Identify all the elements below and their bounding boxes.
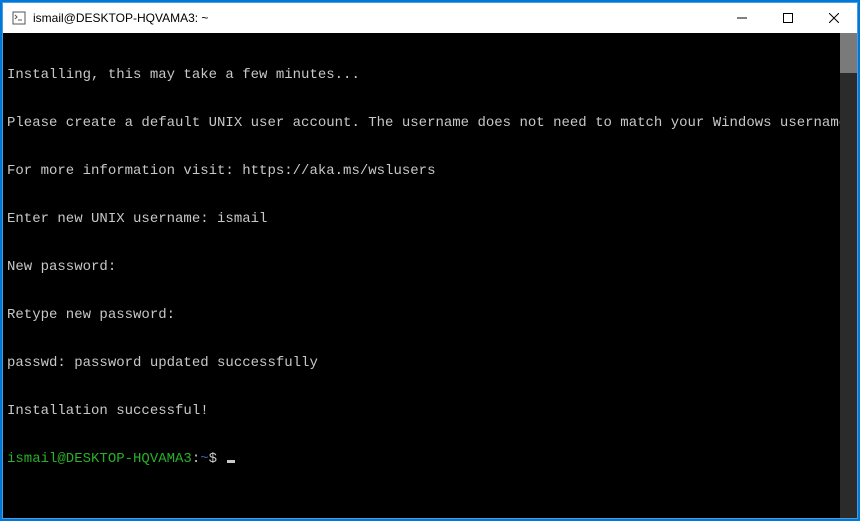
- terminal-output[interactable]: Installing, this may take a few minutes.…: [3, 33, 840, 518]
- output-line: For more information visit: https://aka.…: [7, 163, 836, 179]
- prompt-symbol: $: [209, 451, 217, 467]
- titlebar[interactable]: ismail@DESKTOP-HQVAMA3: ~: [3, 3, 857, 33]
- output-line: Please create a default UNIX user accoun…: [7, 115, 836, 131]
- prompt-path: ~: [200, 451, 208, 467]
- scrollbar-thumb[interactable]: [840, 33, 857, 73]
- close-button[interactable]: [811, 3, 857, 33]
- prompt-userhost: ismail@DESKTOP-HQVAMA3: [7, 451, 192, 467]
- terminal-area: Installing, this may take a few minutes.…: [3, 33, 857, 518]
- output-line: passwd: password updated successfully: [7, 355, 836, 371]
- window-controls: [719, 3, 857, 33]
- output-line: New password:: [7, 259, 836, 275]
- minimize-button[interactable]: [719, 3, 765, 33]
- cursor-icon: [227, 460, 235, 463]
- output-line: Enter new UNIX username: ismail: [7, 211, 836, 227]
- prompt-line: ismail@DESKTOP-HQVAMA3:~$: [7, 451, 836, 467]
- output-line: Retype new password:: [7, 307, 836, 323]
- prompt-colon: :: [192, 451, 200, 467]
- terminal-window: ismail@DESKTOP-HQVAMA3: ~ Installing, th…: [2, 2, 858, 519]
- output-line: Installing, this may take a few minutes.…: [7, 67, 836, 83]
- window-title: ismail@DESKTOP-HQVAMA3: ~: [33, 11, 719, 25]
- vertical-scrollbar[interactable]: [840, 33, 857, 518]
- maximize-button[interactable]: [765, 3, 811, 33]
- app-icon: [11, 10, 27, 26]
- output-line: Installation successful!: [7, 403, 836, 419]
